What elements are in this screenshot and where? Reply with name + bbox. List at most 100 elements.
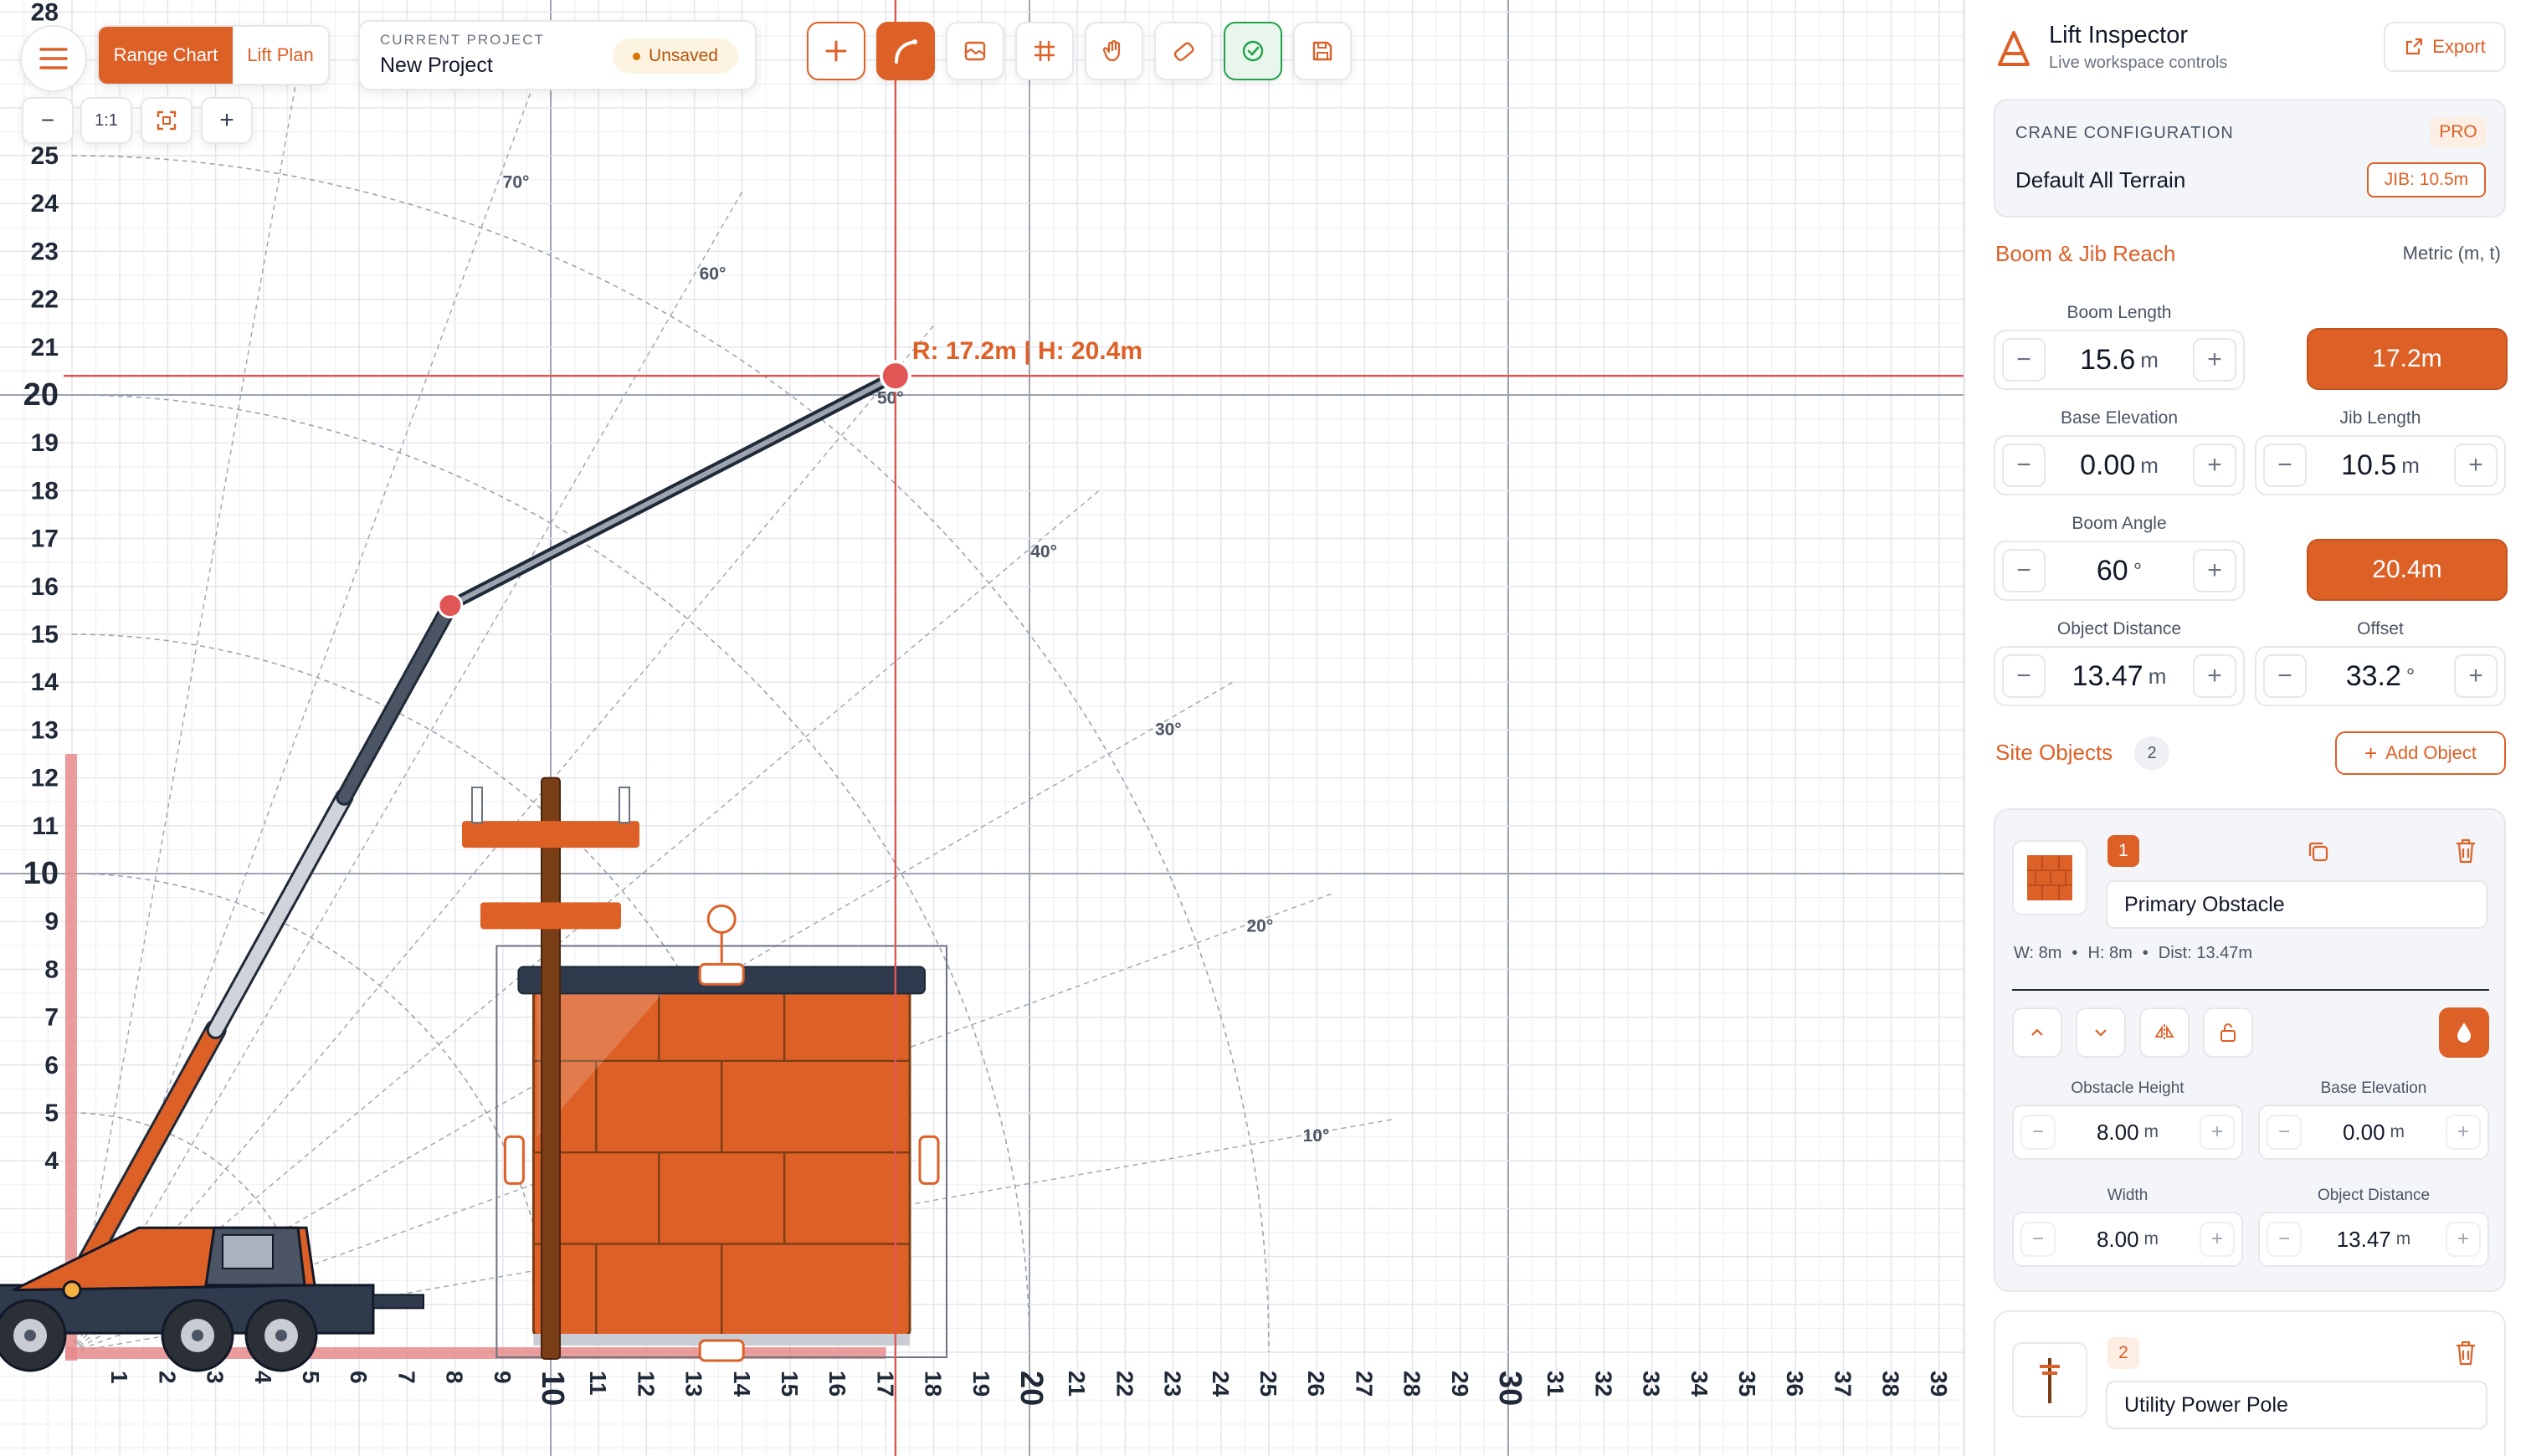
boom-length-increment[interactable]: + bbox=[2193, 338, 2236, 382]
resize-handle[interactable] bbox=[698, 962, 745, 986]
boom-angle-increment[interactable]: + bbox=[2193, 549, 2236, 592]
jib-length-label: Jib Length bbox=[2339, 408, 2421, 428]
move-up-button[interactable] bbox=[2012, 1007, 2062, 1058]
obstacle-height-stepper[interactable]: − 8.00 m + bbox=[2012, 1105, 2243, 1160]
tab-range-chart[interactable]: Range Chart bbox=[99, 27, 233, 84]
object-meta: W: 8m • H: 8m • Dist: 13.47m bbox=[2014, 944, 2252, 963]
object-width-decrement[interactable]: − bbox=[2020, 1222, 2056, 1257]
range-chart-canvas[interactable]: 10° 20° 30° 40° 50° 60° 70° 4 5 6 7 8 9 10 11 12 13 14 15… bbox=[0, 0, 1964, 1456]
object-distance-stepper[interactable]: − 13.47 m + bbox=[1994, 646, 2245, 706]
base-elevation-value[interactable]: 0.00 m bbox=[2046, 437, 2193, 494]
angle-label: 70° bbox=[503, 172, 530, 192]
offset-stepper[interactable]: − 33.2 ° + bbox=[2255, 646, 2506, 706]
offset-increment[interactable]: + bbox=[2454, 654, 2498, 698]
jib-knuckle-handle[interactable] bbox=[437, 592, 464, 619]
image-tool-button[interactable] bbox=[946, 22, 1004, 80]
jib-length-value[interactable]: 10.5 m bbox=[2307, 437, 2454, 494]
project-name[interactable]: New Project bbox=[380, 54, 493, 78]
object-width-unit: m bbox=[2143, 1229, 2159, 1248]
object-base-elevation-value[interactable]: 0.00 m bbox=[2302, 1106, 2446, 1158]
range-chart[interactable]: 10°20°30°40°50°60°70° 456789101112131415… bbox=[0, 0, 1964, 1456]
move-down-button[interactable] bbox=[2076, 1007, 2126, 1058]
object-width-value[interactable]: 8.00 m bbox=[2056, 1213, 2200, 1265]
object-distance-field-value[interactable]: 13.47 m bbox=[2302, 1213, 2446, 1265]
object-width-increment[interactable]: + bbox=[2200, 1222, 2235, 1257]
object-width-label: Width bbox=[2107, 1187, 2149, 1204]
object-distance-field-stepper[interactable]: − 13.47 m + bbox=[2258, 1212, 2489, 1267]
boom-tip-handle[interactable] bbox=[879, 360, 911, 392]
object-width-stepper[interactable]: − 8.00 m + bbox=[2012, 1212, 2243, 1267]
obstacle-height-value[interactable]: 8.00 m bbox=[2056, 1106, 2200, 1158]
base-elevation-stepper[interactable]: − 0.00 m + bbox=[1994, 435, 2245, 495]
object-distance-field-increment[interactable]: + bbox=[2446, 1222, 2481, 1257]
boom-draw-tool-button[interactable] bbox=[876, 22, 935, 80]
radius-result-button[interactable]: 17.2m bbox=[2307, 328, 2508, 390]
site-objects-count: 2 bbox=[2134, 736, 2169, 770]
x-tick-label: 28 bbox=[1399, 1371, 1425, 1397]
delete-icon[interactable] bbox=[2452, 1339, 2479, 1367]
height-result-button[interactable]: 20.4m bbox=[2307, 539, 2508, 601]
resize-handle[interactable] bbox=[698, 1339, 745, 1362]
resize-handle[interactable] bbox=[918, 1135, 940, 1185]
duplicate-icon[interactable] bbox=[2305, 838, 2332, 865]
base-elevation-increment[interactable]: + bbox=[2193, 443, 2236, 487]
object-distance-field-label: Object Distance bbox=[2317, 1187, 2431, 1204]
boom-length-unit: m bbox=[2140, 346, 2159, 372]
jib-length-increment[interactable]: + bbox=[2454, 443, 2498, 487]
object-distance-field-decrement[interactable]: − bbox=[2267, 1222, 2302, 1257]
boom-angle-decrement[interactable]: − bbox=[2002, 549, 2046, 592]
site-object-card[interactable]: 2 Utility Power Pole bbox=[1994, 1310, 2506, 1456]
zoom-reset-button[interactable]: 1:1 bbox=[80, 97, 132, 144]
boom-angle-value[interactable]: 60 ° bbox=[2046, 542, 2193, 599]
base-elevation-decrement[interactable]: − bbox=[2002, 443, 2046, 487]
x-tick-label: 33 bbox=[1639, 1371, 1665, 1397]
flip-button[interactable] bbox=[2139, 1007, 2190, 1058]
grid-tool-button[interactable] bbox=[1015, 22, 1074, 80]
boom-length-value[interactable]: 15.6 m bbox=[2046, 331, 2193, 388]
site-object-card[interactable]: 1 Primary Obstacle W: 8m • H: 8m • Dist: 13.… bbox=[1994, 808, 2506, 1292]
export-button[interactable]: Export bbox=[2384, 22, 2506, 72]
menu-button[interactable] bbox=[20, 25, 87, 92]
object-base-elevation-increment[interactable]: + bbox=[2446, 1115, 2481, 1150]
x-tick-label: 19 bbox=[968, 1371, 994, 1397]
object-name-input[interactable]: Primary Obstacle bbox=[2106, 880, 2487, 929]
offset-decrement[interactable]: − bbox=[2263, 654, 2307, 698]
boom-length-decrement[interactable]: − bbox=[2002, 338, 2046, 382]
zoom-in-button[interactable]: + bbox=[201, 97, 253, 144]
object-base-elevation-decrement[interactable]: − bbox=[2267, 1115, 2302, 1150]
object-distance-field-number: 13.47 bbox=[2336, 1226, 2391, 1252]
obstacle-height-decrement[interactable]: − bbox=[2020, 1115, 2056, 1150]
crane-config-card[interactable]: CRANE CONFIGURATION PRO Default All Terr… bbox=[1994, 99, 2506, 218]
resize-handle[interactable] bbox=[503, 1135, 525, 1185]
utility-pole bbox=[541, 777, 561, 1360]
y-tick-label: 22 bbox=[31, 286, 59, 314]
jib-length-stepper[interactable]: − 10.5 m + bbox=[2255, 435, 2506, 495]
obstacle-height-increment[interactable]: + bbox=[2200, 1115, 2235, 1150]
object-name-input[interactable]: Utility Power Pole bbox=[2106, 1381, 2487, 1429]
tab-lift-plan[interactable]: Lift Plan bbox=[233, 27, 328, 84]
lock-button[interactable] bbox=[2203, 1007, 2253, 1058]
eraser-tool-button[interactable] bbox=[1154, 22, 1213, 80]
fit-screen-button[interactable] bbox=[141, 97, 193, 144]
hand-tool-button[interactable] bbox=[1085, 22, 1143, 80]
add-object-button[interactable]: + Add Object bbox=[2335, 731, 2506, 775]
jib-length-decrement[interactable]: − bbox=[2263, 443, 2307, 487]
offset-value[interactable]: 33.2 ° bbox=[2307, 648, 2454, 705]
validate-tool-button[interactable] bbox=[1224, 22, 1282, 80]
boom-length-stepper[interactable]: − 15.6 m + bbox=[1994, 330, 2245, 390]
object-distance-increment[interactable]: + bbox=[2193, 654, 2236, 698]
offset-unit: ° bbox=[2405, 663, 2415, 689]
angle-label: 30° bbox=[1155, 720, 1182, 739]
y-tick-label: 8 bbox=[44, 956, 59, 983]
object-base-elevation-stepper[interactable]: − 0.00 m + bbox=[2258, 1105, 2489, 1160]
object-distance-decrement[interactable]: − bbox=[2002, 654, 2046, 698]
rotate-handle[interactable] bbox=[706, 904, 737, 934]
delete-icon[interactable] bbox=[2452, 837, 2479, 865]
y-tick-label: 24 bbox=[31, 190, 59, 218]
boom-angle-stepper[interactable]: − 60 ° + bbox=[1994, 541, 2245, 601]
save-tool-button[interactable] bbox=[1293, 22, 1352, 80]
object-distance-value[interactable]: 13.47 m bbox=[2046, 648, 2193, 705]
add-tool-button[interactable] bbox=[807, 22, 865, 80]
color-button[interactable] bbox=[2439, 1007, 2489, 1058]
zoom-out-button[interactable]: − bbox=[22, 97, 74, 144]
